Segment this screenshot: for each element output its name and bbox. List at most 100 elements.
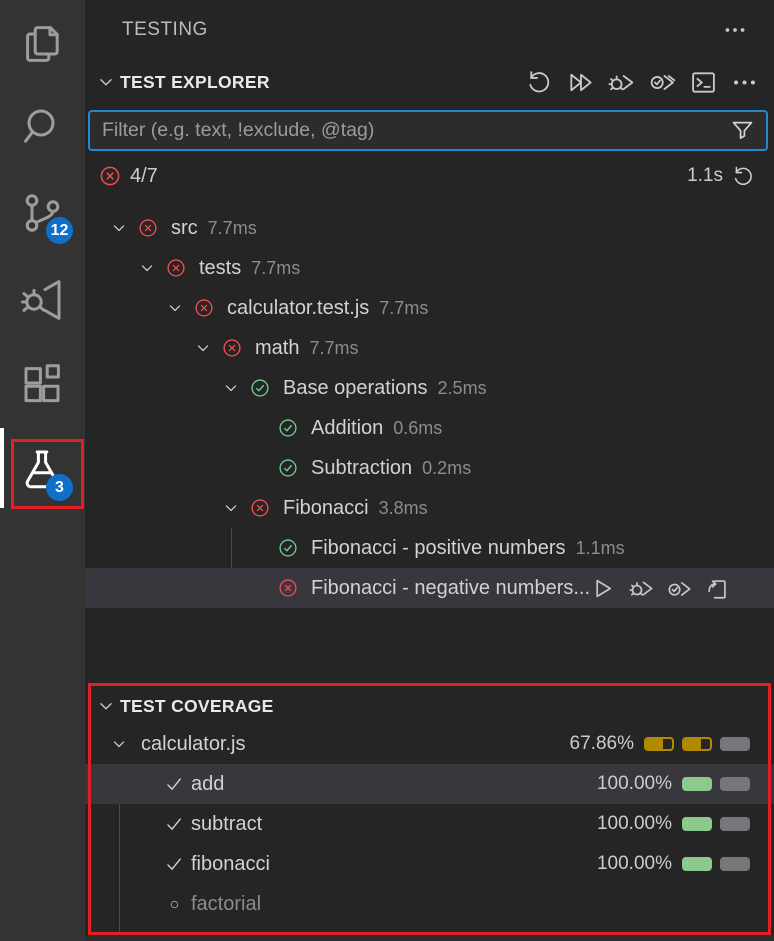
test-coverage-title: TEST COVERAGE [120,696,274,717]
debug-icon [18,276,66,324]
test-filter-input[interactable] [90,119,729,142]
test-tree-row[interactable]: math7.7ms [85,328,774,368]
coverage-label: add [191,773,224,796]
debug-all-tests-button[interactable] [605,67,637,97]
coverage-percent: 100.00% [597,853,672,875]
run-test-with-coverage-button[interactable] [666,575,693,602]
activity-bar-item-run-and-debug[interactable] [9,267,75,333]
chevron-down-icon [109,733,129,755]
more-actions-icon[interactable] [722,17,748,43]
test-label: Addition [311,417,383,440]
test-duration: 0.2ms [422,458,471,479]
coverage-row[interactable]: subtract 100.00% [85,804,774,844]
check-icon [163,773,185,795]
test-tree-row[interactable]: tests7.7ms [85,248,774,288]
test-error-icon [193,297,215,319]
activity-bar-item-extensions[interactable] [9,352,75,418]
test-tree-row[interactable]: Addition 0.6ms [85,408,774,448]
test-error-icon [221,337,243,359]
check-icon [163,813,185,835]
extensions-icon [18,361,66,409]
test-pass-icon [277,457,299,479]
run-all-icon [566,68,595,97]
coverage-bars [682,817,750,831]
test-pass-icon [249,377,271,399]
chevron-down-icon [221,497,241,519]
test-duration: 0.6ms [393,418,442,439]
pane-header: TESTING [85,0,774,60]
test-label: calculator.test.js [227,297,369,320]
activity-bar-item-source-control[interactable]: 12 [9,180,75,246]
test-tree-row[interactable]: Base operations2.5ms [85,368,774,408]
coverage-stats: 100.00% [597,773,750,795]
show-output-button[interactable] [687,67,719,97]
circle-outline-icon [163,893,185,915]
activity-bar-item-testing[interactable]: 3 [9,437,75,503]
chevron-down-icon [165,297,185,319]
testing-side-panel: TESTING TEST EXPLORER 4/7 1.1s src7.7mst… [85,0,774,941]
test-duration: 1.1ms [576,538,625,559]
test-label: Base operations [283,377,428,400]
refresh-tests-button[interactable] [523,67,555,97]
coverage-row[interactable]: calculator.js 67.86% [85,724,774,764]
twistie-spacer [249,457,269,479]
test-tree-row[interactable]: calculator.test.js7.7ms [85,288,774,328]
refresh-icon[interactable] [731,164,756,189]
debug-test-button[interactable] [628,575,655,602]
coverage-label: calculator.js [141,733,246,756]
activity-bar-item-explorer[interactable] [9,11,75,77]
coverage-bar [682,737,712,751]
ellipsis-icon [730,68,759,97]
activity-bar-item-search[interactable] [9,93,75,159]
coverage-bars [682,857,750,871]
coverage-row[interactable]: factorial [85,884,774,924]
run-all-tests-button[interactable] [564,67,596,97]
coverage-stats: 100.00% [597,813,750,835]
test-explorer-title: TEST EXPLORER [120,72,270,93]
coverage-percent: 67.86% [570,733,634,755]
coverage-label: fibonacci [191,853,270,876]
coverage-bar [720,817,750,831]
coverage-percent: 100.00% [597,773,672,795]
test-error-icon [137,217,159,239]
coverage-row[interactable]: add 100.00% [85,764,774,804]
test-pass-ratio: 4/7 [130,165,158,188]
coverage-bars [682,777,750,791]
test-explorer-section-header[interactable]: TEST EXPLORER [85,60,774,104]
twistie-spacer [249,537,269,559]
chevron-down-icon [109,217,129,239]
test-error-icon [277,577,299,599]
coverage-bar [682,777,712,791]
test-pass-icon [277,537,299,559]
active-item-indicator [0,428,4,508]
coverage-rows: calculator.js 67.86% add 100.00% subtract 100… [85,724,774,924]
test-pass-icon [277,417,299,439]
test-label: Subtraction [311,457,412,480]
error-icon [98,164,122,188]
test-label: src [171,217,198,240]
twistie-spacer [249,577,269,599]
test-tree-row[interactable]: Fibonacci 3.8ms [85,488,774,528]
test-tree-row[interactable]: Fibonacci - positive numbers1.1ms [85,528,774,568]
run-all-with-coverage-button[interactable] [646,67,678,97]
test-tree-row[interactable]: src7.7ms [85,208,774,248]
go-to-test-button[interactable] [704,575,731,602]
filter-funnel-icon[interactable] [729,117,756,144]
coverage-label: subtract [191,813,262,836]
test-coverage-section-header[interactable]: TEST COVERAGE [85,684,774,728]
test-duration: 3.8ms [379,498,428,519]
chevron-down-icon [95,71,117,93]
coverage-bar [682,817,712,831]
test-tree-row[interactable]: Subtraction 0.2ms [85,448,774,488]
panel-bottom-edge [85,935,774,941]
test-tree-row[interactable]: Fibonacci - negative numbers... [85,568,774,608]
chevron-down-icon [137,257,157,279]
test-label: Fibonacci [283,497,369,520]
check-icon [163,853,185,875]
coverage-percent: 100.00% [597,813,672,835]
run-test-button[interactable] [590,575,617,602]
coverage-row[interactable]: fibonacci 100.00% [85,844,774,884]
coverage-bar [720,737,750,751]
more-actions-button[interactable] [728,67,760,97]
coverage-all-icon [648,68,677,97]
